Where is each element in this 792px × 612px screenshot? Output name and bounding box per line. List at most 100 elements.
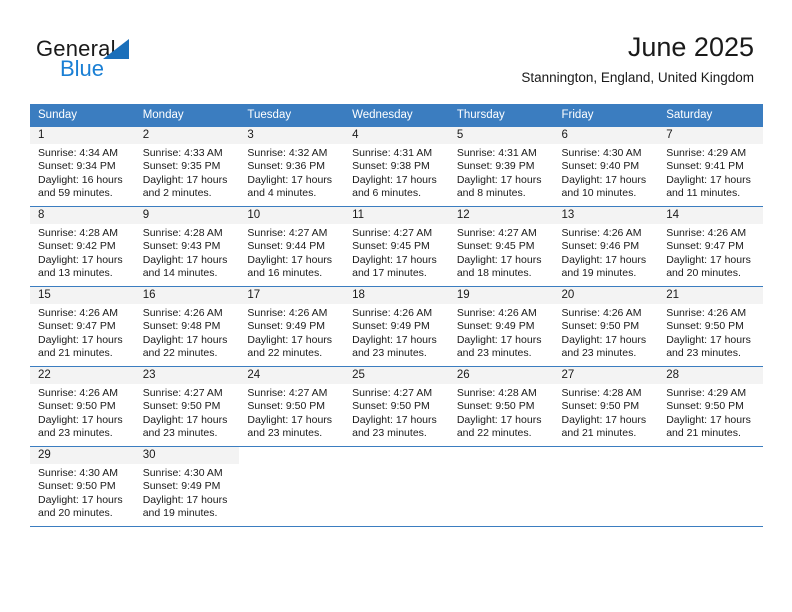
daylight-text-line2: and 14 minutes. xyxy=(142,267,218,280)
daylight-text-line2: and 59 minutes. xyxy=(38,187,113,200)
daylight-text-line1: Daylight: 17 hours xyxy=(666,253,751,266)
daylight-text-line1: Daylight: 17 hours xyxy=(142,253,228,266)
sunrise-text: Sunrise: 4:27 AM xyxy=(142,387,223,399)
day-cell[interactable]: 30 Sunrise: 4:30 AM Sunset: 9:49 PM Dayl… xyxy=(134,446,240,527)
day-cell[interactable]: 6 Sunrise: 4:30 AM Sunset: 9:40 PM Dayli… xyxy=(553,126,659,207)
logo-triangle-icon xyxy=(103,39,129,59)
daylight-text-line1: Daylight: 17 hours xyxy=(142,493,228,506)
daylight-text-line1: Daylight: 17 hours xyxy=(561,173,647,186)
day-cell[interactable]: 13 Sunrise: 4:26 AM Sunset: 9:46 PM Dayl… xyxy=(553,206,659,287)
day-number: 21 xyxy=(658,287,763,304)
title-block: June 2025 Stannington, England, United K… xyxy=(521,30,754,88)
day-cell[interactable]: 16 Sunrise: 4:26 AM Sunset: 9:48 PM Dayl… xyxy=(134,286,240,367)
day-details: Sunrise: 4:31 AM Sunset: 9:39 PM Dayligh… xyxy=(449,144,554,201)
day-cell[interactable]: 26 Sunrise: 4:28 AM Sunset: 9:50 PM Dayl… xyxy=(448,366,554,447)
location-subtitle: Stannington, England, United Kingdom xyxy=(521,70,754,85)
day-number: 18 xyxy=(344,287,449,304)
day-number: 22 xyxy=(30,367,135,384)
day-details: Sunrise: 4:26 AM Sunset: 9:47 PM Dayligh… xyxy=(30,304,135,361)
daylight-text-line1: Daylight: 17 hours xyxy=(247,333,333,346)
day-number: 9 xyxy=(134,207,240,224)
day-cell[interactable]: 28 Sunrise: 4:29 AM Sunset: 9:50 PM Dayl… xyxy=(658,366,763,447)
day-details: Sunrise: 4:27 AM Sunset: 9:45 PM Dayligh… xyxy=(344,224,449,281)
sunrise-text: Sunrise: 4:27 AM xyxy=(247,387,328,399)
daylight-text-line2: and 20 minutes. xyxy=(38,507,113,520)
sunrise-text: Sunrise: 4:31 AM xyxy=(456,147,537,159)
day-number: 17 xyxy=(239,287,345,304)
day-number: 13 xyxy=(553,207,659,224)
day-cell[interactable]: 9 Sunrise: 4:28 AM Sunset: 9:43 PM Dayli… xyxy=(134,206,240,287)
sunset-text: Sunset: 9:50 PM xyxy=(352,400,430,413)
day-number: 15 xyxy=(30,287,135,304)
daylight-text-line1: Daylight: 17 hours xyxy=(352,173,437,186)
sunrise-text: Sunrise: 4:26 AM xyxy=(666,307,747,319)
sunset-text: Sunset: 9:38 PM xyxy=(352,160,430,173)
day-cell[interactable]: 29 Sunrise: 4:30 AM Sunset: 9:50 PM Dayl… xyxy=(30,446,135,527)
sunrise-text: Sunrise: 4:26 AM xyxy=(247,307,328,319)
day-cell[interactable]: 24 Sunrise: 4:27 AM Sunset: 9:50 PM Dayl… xyxy=(239,366,345,447)
daylight-text-line2: and 10 minutes. xyxy=(561,187,637,200)
daylight-text-line2: and 21 minutes. xyxy=(666,427,741,440)
day-details: Sunrise: 4:26 AM Sunset: 9:48 PM Dayligh… xyxy=(135,304,240,361)
day-cell[interactable]: 21 Sunrise: 4:26 AM Sunset: 9:50 PM Dayl… xyxy=(658,286,763,367)
day-cell[interactable]: 25 Sunrise: 4:27 AM Sunset: 9:50 PM Dayl… xyxy=(344,366,449,447)
sunset-text: Sunset: 9:41 PM xyxy=(666,160,744,173)
sunset-text: Sunset: 9:36 PM xyxy=(247,160,326,173)
sunrise-text: Sunrise: 4:32 AM xyxy=(247,147,328,159)
daylight-text-line2: and 23 minutes. xyxy=(352,347,427,360)
sunrise-text: Sunrise: 4:29 AM xyxy=(666,147,747,159)
weekday-header-tuesday: Tuesday xyxy=(239,104,345,127)
day-details: Sunrise: 4:26 AM Sunset: 9:49 PM Dayligh… xyxy=(344,304,449,361)
daylight-text-line1: Daylight: 17 hours xyxy=(38,333,123,346)
day-cell[interactable]: 12 Sunrise: 4:27 AM Sunset: 9:45 PM Dayl… xyxy=(448,206,554,287)
calendar-week-row: 1 Sunrise: 4:34 AM Sunset: 9:34 PM Dayli… xyxy=(30,126,763,207)
sunset-text: Sunset: 9:49 PM xyxy=(352,320,430,333)
calendar-week-row: 29 Sunrise: 4:30 AM Sunset: 9:50 PM Dayl… xyxy=(30,446,763,527)
daylight-text-line1: Daylight: 17 hours xyxy=(561,413,647,426)
day-details: Sunrise: 4:26 AM Sunset: 9:50 PM Dayligh… xyxy=(554,304,659,361)
calendar-week-row: 22 Sunrise: 4:26 AM Sunset: 9:50 PM Dayl… xyxy=(30,366,763,447)
sunset-text: Sunset: 9:50 PM xyxy=(456,400,535,413)
day-cell[interactable]: 1 Sunrise: 4:34 AM Sunset: 9:34 PM Dayli… xyxy=(30,126,135,207)
day-cell[interactable]: 19 Sunrise: 4:26 AM Sunset: 9:49 PM Dayl… xyxy=(448,286,554,367)
sunset-text: Sunset: 9:48 PM xyxy=(142,320,221,333)
logo-text-blue: Blue xyxy=(60,56,105,81)
day-cell[interactable]: 8 Sunrise: 4:28 AM Sunset: 9:42 PM Dayli… xyxy=(30,206,135,287)
general-blue-logo[interactable]: General Blue xyxy=(36,36,236,86)
daylight-text-line1: Daylight: 17 hours xyxy=(38,413,123,426)
day-cell[interactable]: 18 Sunrise: 4:26 AM Sunset: 9:49 PM Dayl… xyxy=(344,286,449,367)
day-cell-empty xyxy=(553,446,659,527)
sunrise-text: Sunrise: 4:26 AM xyxy=(142,307,223,319)
sunset-text: Sunset: 9:50 PM xyxy=(142,400,221,413)
day-number: 29 xyxy=(30,447,135,464)
day-cell[interactable]: 15 Sunrise: 4:26 AM Sunset: 9:47 PM Dayl… xyxy=(30,286,135,367)
day-number: 4 xyxy=(344,127,449,144)
day-details: Sunrise: 4:33 AM Sunset: 9:35 PM Dayligh… xyxy=(135,144,240,201)
day-cell[interactable]: 17 Sunrise: 4:26 AM Sunset: 9:49 PM Dayl… xyxy=(239,286,345,367)
day-cell[interactable]: 11 Sunrise: 4:27 AM Sunset: 9:45 PM Dayl… xyxy=(344,206,449,287)
day-cell[interactable]: 5 Sunrise: 4:31 AM Sunset: 9:39 PM Dayli… xyxy=(448,126,554,207)
day-cell[interactable]: 20 Sunrise: 4:26 AM Sunset: 9:50 PM Dayl… xyxy=(553,286,659,367)
day-cell[interactable]: 3 Sunrise: 4:32 AM Sunset: 9:36 PM Dayli… xyxy=(239,126,345,207)
day-cell[interactable]: 23 Sunrise: 4:27 AM Sunset: 9:50 PM Dayl… xyxy=(134,366,240,447)
sunrise-text: Sunrise: 4:26 AM xyxy=(38,387,118,399)
day-details: Sunrise: 4:29 AM Sunset: 9:50 PM Dayligh… xyxy=(658,384,763,441)
daylight-text-line2: and 4 minutes. xyxy=(247,187,317,200)
day-cell[interactable]: 22 Sunrise: 4:26 AM Sunset: 9:50 PM Dayl… xyxy=(30,366,135,447)
day-cell[interactable]: 4 Sunrise: 4:31 AM Sunset: 9:38 PM Dayli… xyxy=(344,126,449,207)
day-cell[interactable]: 7 Sunrise: 4:29 AM Sunset: 9:41 PM Dayli… xyxy=(658,126,763,207)
day-details: Sunrise: 4:30 AM Sunset: 9:50 PM Dayligh… xyxy=(30,464,135,521)
daylight-text-line1: Daylight: 17 hours xyxy=(352,413,437,426)
daylight-text-line1: Daylight: 17 hours xyxy=(456,413,542,426)
day-cell[interactable]: 14 Sunrise: 4:26 AM Sunset: 9:47 PM Dayl… xyxy=(658,206,763,287)
day-number: 6 xyxy=(553,127,659,144)
day-number: 2 xyxy=(134,127,240,144)
day-cell[interactable]: 2 Sunrise: 4:33 AM Sunset: 9:35 PM Dayli… xyxy=(134,126,240,207)
calendar-page: General Blue June 2025 Stannington, Engl… xyxy=(0,0,792,612)
sunset-text: Sunset: 9:49 PM xyxy=(142,480,221,493)
day-cell[interactable]: 27 Sunrise: 4:28 AM Sunset: 9:50 PM Dayl… xyxy=(553,366,659,447)
day-details: Sunrise: 4:28 AM Sunset: 9:43 PM Dayligh… xyxy=(135,224,240,281)
day-number: 12 xyxy=(448,207,554,224)
daylight-text-line1: Daylight: 17 hours xyxy=(666,333,751,346)
day-cell[interactable]: 10 Sunrise: 4:27 AM Sunset: 9:44 PM Dayl… xyxy=(239,206,345,287)
